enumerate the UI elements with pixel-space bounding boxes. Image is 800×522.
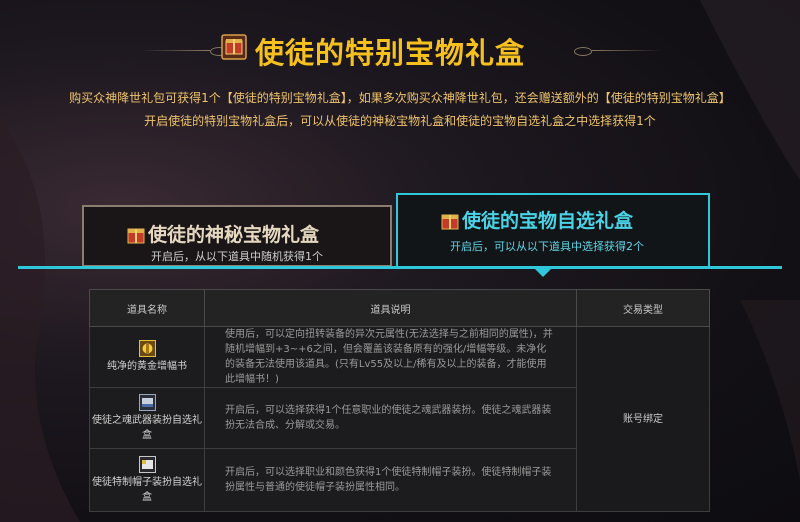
treasure-box-icon xyxy=(127,228,145,244)
item-name-cell: 使徒特制帽子装扮自选礼盒 xyxy=(89,448,205,512)
column-header-item-desc: 道具说明 xyxy=(204,289,577,327)
tab-mystery-box[interactable]: 使徒的神秘宝物礼盒 开启后，从以下道具中随机获得1个 xyxy=(82,205,392,267)
table-row: 纯净的黄金增幅书 使用后，可以定向扭转装备的异次元属性(无法选择与之前相同的属性… xyxy=(89,326,710,512)
tab-selection-box[interactable]: 使徒的宝物自选礼盒 开启后，可以从以下道具中选择获得2个 xyxy=(396,193,710,268)
table-header-row: 道具名称 道具说明 交易类型 xyxy=(89,289,710,327)
tab-subtitle: 开启后，可以从以下道具中选择获得2个 xyxy=(450,240,644,253)
description-line-1: 购买众神降世礼包可获得1个【使徒的特别宝物礼盒】，如果多次购买众神降世礼包，还会… xyxy=(69,91,731,105)
item-desc: 开启后，可以选择获得1个任意职业的使徒之魂武器装扮。使徒之魂武器装扮无法合成、分… xyxy=(204,387,577,449)
item-desc: 开启后，可以选择职业和颜色获得1个使徒特制帽子装扮。使徒特制帽子装扮属性与普通的… xyxy=(204,448,577,512)
header-divider-right xyxy=(592,50,662,51)
hat-avatar-box-icon xyxy=(138,455,156,473)
page-title: 使徒的特别宝物礼盒 xyxy=(255,36,526,70)
item-table: 道具名称 道具说明 交易类型 纯净的黄金增幅书 使用后，可以定向扭转装备的异次元… xyxy=(89,289,710,512)
tab-subtitle: 开启后，从以下道具中随机获得1个 xyxy=(151,250,323,263)
column-header-trade-type: 交易类型 xyxy=(576,289,710,327)
tab-underline xyxy=(18,266,782,269)
page-header: 使徒的特别宝物礼盒 xyxy=(0,14,800,70)
description-line-2: 开启使徒的特别宝物礼盒后，可以从使徒的神秘宝物礼盒和使徒的宝物自选礼盒之中选择获… xyxy=(144,114,656,128)
trade-type: 账号绑定 xyxy=(576,326,710,512)
weapon-avatar-box-icon xyxy=(138,393,156,411)
header-divider-left xyxy=(140,50,210,51)
header-ornament-right xyxy=(574,47,592,56)
tab-title: 使徒的宝物自选礼盒 xyxy=(462,210,634,232)
item-name: 使徒特制帽子装扮自选礼盒 xyxy=(92,476,202,503)
gold-amplify-book-icon xyxy=(138,340,156,357)
tab-title: 使徒的神秘宝物礼盒 xyxy=(148,224,320,246)
item-name: 纯净的黄金增幅书 xyxy=(107,361,187,372)
item-name-cell: 纯净的黄金增幅书 xyxy=(89,326,205,388)
item-name-cell: 使徒之魂武器装扮自选礼盒 xyxy=(89,387,205,449)
treasure-box-icon xyxy=(221,34,247,60)
column-header-item-name: 道具名称 xyxy=(89,289,205,327)
active-tab-pointer xyxy=(535,269,551,277)
item-name: 使徒之魂武器装扮自选礼盒 xyxy=(92,414,202,441)
item-desc: 使用后，可以定向扭转装备的异次元属性(无法选择与之前相同的属性)，并随机增幅到+… xyxy=(204,326,577,388)
treasure-box-icon xyxy=(441,214,459,230)
